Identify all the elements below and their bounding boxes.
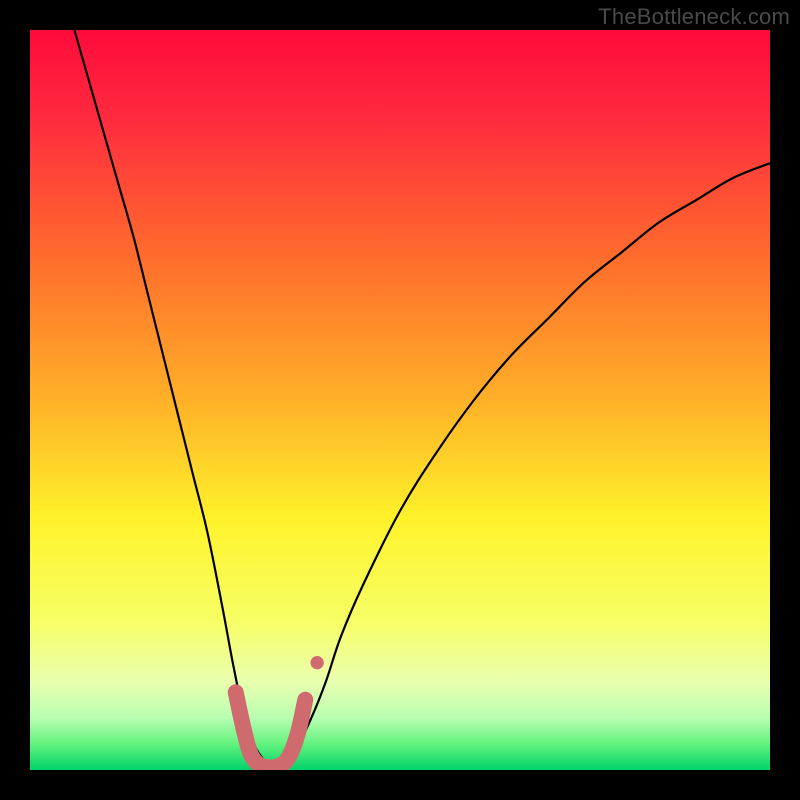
bottleneck-chart: [0, 0, 800, 800]
plot-background: [30, 30, 770, 770]
chart-frame: TheBottleneck.com: [0, 0, 800, 800]
highlight-dot: [310, 656, 323, 669]
